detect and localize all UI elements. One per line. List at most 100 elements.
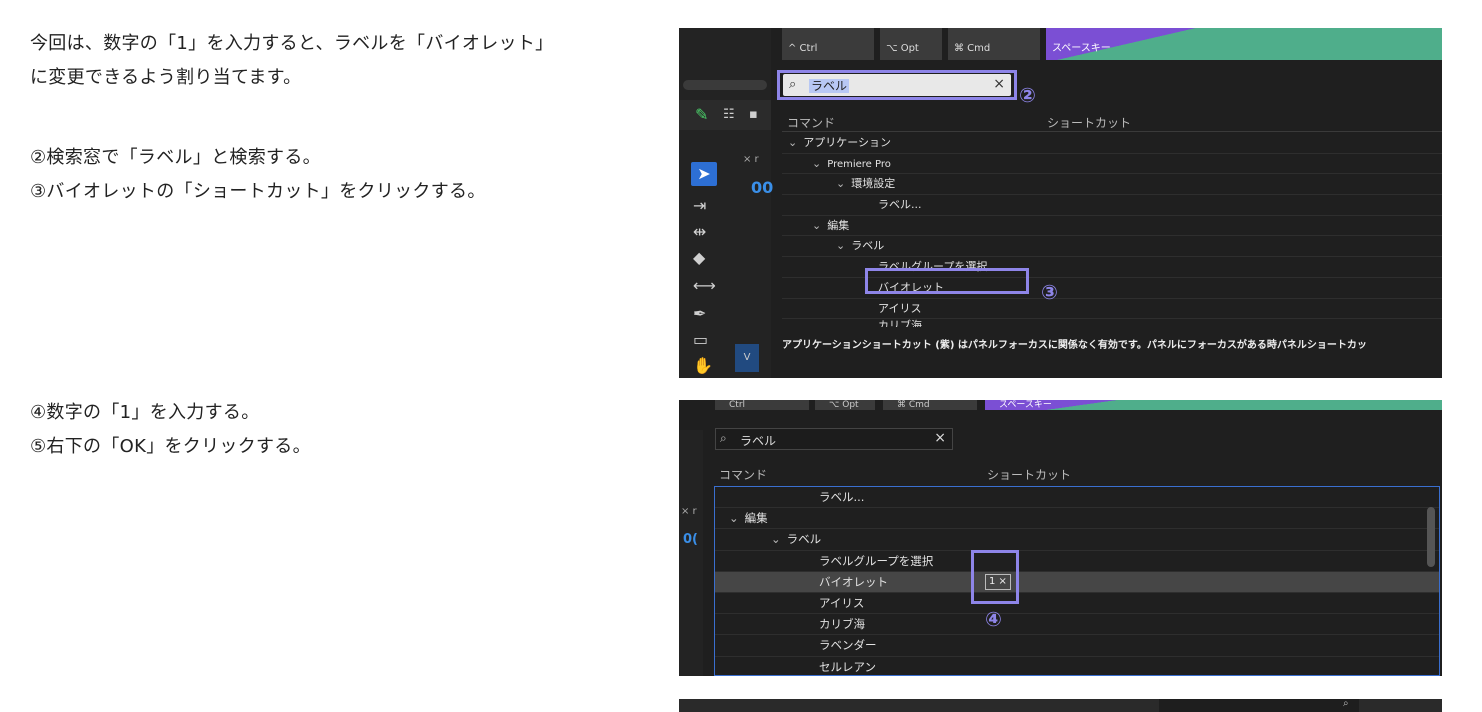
header-divider — [782, 131, 1442, 132]
tree-row-label: ラベル — [851, 239, 885, 253]
search-icon: ⌕ — [720, 431, 727, 445]
icon-view-icon[interactable]: ▪ — [749, 107, 758, 123]
tree-row-label: 編集 — [827, 218, 850, 232]
chevron-down-icon: ⌄ — [788, 136, 798, 149]
chevron-down-icon: ⌄ — [729, 511, 739, 526]
tree-row-label: カリブ海 — [878, 319, 922, 328]
shortcut-footer-note: アプリケーションショートカット (紫) はパネルフォーカスに関係なく有効です。パ… — [782, 340, 1367, 351]
timeline-tab[interactable]: × r — [681, 506, 697, 517]
clear-search-button[interactable]: × — [934, 430, 946, 446]
list-row[interactable]: ラベルグループを選択 — [715, 551, 1439, 572]
step-4-highlight — [971, 550, 1019, 604]
slip-tool-icon[interactable]: ⟷ — [693, 278, 716, 294]
track-select-tool-icon[interactable]: ⇥ — [693, 198, 706, 214]
tree-row[interactable]: ラベル... — [782, 195, 1442, 216]
search-input[interactable]: ⌕ ラベル × — [715, 428, 953, 450]
tree-row-label: ラベル... — [878, 198, 922, 212]
left-panel-edge: × r 0( — [679, 430, 703, 676]
tree-row[interactable]: ⌄ 編集 — [782, 216, 1442, 237]
instruction-line: に変更できるよう割り当てます。 — [30, 67, 302, 88]
chevron-down-icon: ⌄ — [836, 177, 846, 191]
keyboard-shortcuts-screenshot-1: ✎ ☷ ▪ × r 00 ➤ ⇥ ⇹ ◆ ⟷ ✒ ▭ ✋ V ^ Ctrl ⌥ … — [679, 28, 1442, 378]
instruction-line: ③バイオレットの「ショートカット」をクリックする。 — [30, 181, 486, 202]
list-row[interactable]: ラベンダー — [715, 635, 1439, 657]
timecode: 00 — [751, 178, 774, 197]
modifier-cmd-key[interactable]: ⌘ Cmd — [883, 400, 977, 410]
pencil-icon[interactable]: ✎ — [695, 107, 708, 123]
ripple-edit-tool-icon[interactable]: ⇹ — [693, 224, 706, 240]
list-row-label: ラベル — [786, 532, 822, 547]
step-4-marker: ④ — [985, 607, 1002, 631]
chevron-down-icon: ⌄ — [771, 532, 781, 547]
list-row-label: ラベンダー — [819, 638, 877, 653]
rectangle-tool-icon[interactable]: ▭ — [693, 332, 708, 348]
tree-row[interactable]: アイリス — [782, 299, 1442, 320]
tree-row-label: アプリケーション — [803, 136, 891, 149]
list-row[interactable]: ⌄ 編集 — [715, 508, 1439, 530]
modifier-opt-key[interactable]: ⌥ Opt — [815, 400, 875, 410]
column-header-shortcut: ショートカット — [1047, 116, 1132, 130]
tree-row[interactable]: ⌄ Premiere Pro — [782, 154, 1442, 175]
list-row-label: セルレアン — [819, 659, 877, 674]
chevron-down-icon: ⌄ — [812, 156, 822, 170]
step-3-marker: ③ — [1041, 280, 1058, 304]
command-tree: ⌄ アプリケーション ⌄ Premiere Pro ⌄ 環境設定 ラベル... ⌄ 編集… — [782, 133, 1442, 327]
modifier-cmd-key[interactable]: ⌘ Cmd — [948, 28, 1040, 60]
keyboard-shortcuts-screenshot-2: Ctrl ⌥ Opt ⌘ Cmd スペースキー × r 0( ⌕ ラベル × コ… — [679, 400, 1442, 676]
list-row-label: 編集 — [744, 511, 768, 526]
pen-tool-icon[interactable]: ✒ — [693, 306, 706, 322]
chevron-down-icon: ⌄ — [812, 218, 822, 232]
tree-row-label: Premiere Pro — [827, 158, 891, 170]
tools-panel: ✎ ☷ ▪ × r 00 ➤ ⇥ ⇹ ◆ ⟷ ✒ ▭ ✋ V — [679, 28, 774, 378]
timeline-tab[interactable]: × r — [743, 154, 759, 165]
horizontal-scrollbar[interactable] — [683, 80, 767, 90]
spacebar-key[interactable]: スペースキー — [1046, 28, 1442, 60]
panel-header: ✎ ☷ ▪ — [679, 100, 771, 130]
tree-row[interactable]: ⌄ 環境設定 — [782, 174, 1442, 196]
column-header-command: コマンド — [719, 468, 768, 482]
spacebar-key[interactable]: スペースキー — [985, 400, 1442, 410]
search-value: ラベル — [740, 434, 777, 448]
modifier-opt-key[interactable]: ⌥ Opt — [880, 28, 942, 60]
column-header-shortcut: ショートカット — [987, 468, 1072, 482]
column-header-command: コマンド — [787, 116, 836, 130]
list-row[interactable]: ⌄ ラベル — [715, 529, 1439, 551]
instruction-line: ④数字の「1」を入力する。 — [30, 402, 260, 423]
clip-label: V — [735, 344, 759, 372]
tree-row[interactable]: ⌄ アプリケーション — [782, 133, 1442, 154]
instruction-line: ②検索窓で「ラベル」と検索する。 — [30, 147, 321, 168]
chevron-down-icon: ⌄ — [836, 239, 846, 253]
list-row-label: バイオレット — [819, 574, 888, 589]
list-row[interactable]: セルレアン — [715, 657, 1439, 676]
list-row-violet[interactable]: バイオレット 1 × — [715, 571, 1439, 593]
list-row[interactable]: ラベル... — [715, 487, 1439, 509]
modifier-ctrl-key[interactable]: ^ Ctrl — [782, 28, 874, 60]
list-row-label: ラベルグループを選択 — [819, 553, 934, 568]
tree-row[interactable]: カリブ海 — [782, 319, 1442, 327]
selection-tool-icon[interactable]: ➤ — [691, 162, 717, 186]
list-row-label: ラベル... — [819, 490, 865, 504]
list-row-label: カリブ海 — [819, 617, 865, 632]
step-2-highlight — [777, 70, 1017, 100]
command-list: ラベル... ⌄ 編集 ⌄ ラベル ラベルグループを選択 バイオレット 1 × アイ… — [714, 486, 1440, 676]
tree-row[interactable]: ⌄ ラベル — [782, 236, 1442, 258]
step-2-marker: ② — [1019, 83, 1036, 107]
instruction-line: ⑤右下の「OK」をクリックする。 — [30, 436, 311, 457]
tree-row-label: アイリス — [878, 301, 922, 315]
step-3-highlight — [865, 268, 1029, 294]
hand-tool-icon[interactable]: ✋ — [693, 358, 713, 374]
instruction-intro: 今回は、数字の「1」を入力すると、ラベルを「バイオレット」 に変更できるよう割り… — [30, 27, 553, 95]
tree-row-label: 環境設定 — [851, 177, 896, 191]
list-view-icon[interactable]: ☷ — [723, 107, 735, 123]
panel-region — [1159, 699, 1359, 712]
list-row[interactable]: カリブ海 — [715, 614, 1439, 636]
instruction-line: 今回は、数字の「1」を入力すると、ラベルを「バイオレット」 — [30, 33, 554, 54]
instruction-steps-2-3: ②検索窓で「ラベル」と検索する。 ③バイオレットの「ショートカット」をクリックす… — [30, 141, 486, 209]
modifier-ctrl-key[interactable]: Ctrl — [715, 400, 809, 410]
list-row[interactable]: アイリス — [715, 593, 1439, 615]
razor-tool-icon[interactable]: ◆ — [693, 250, 705, 266]
list-row-label: アイリス — [819, 595, 865, 610]
instruction-steps-4-5: ④数字の「1」を入力する。 ⑤右下の「OK」をクリックする。 — [30, 396, 311, 464]
vertical-scrollbar[interactable] — [1427, 507, 1435, 567]
search-icon[interactable]: ⌕ — [1343, 699, 1349, 709]
